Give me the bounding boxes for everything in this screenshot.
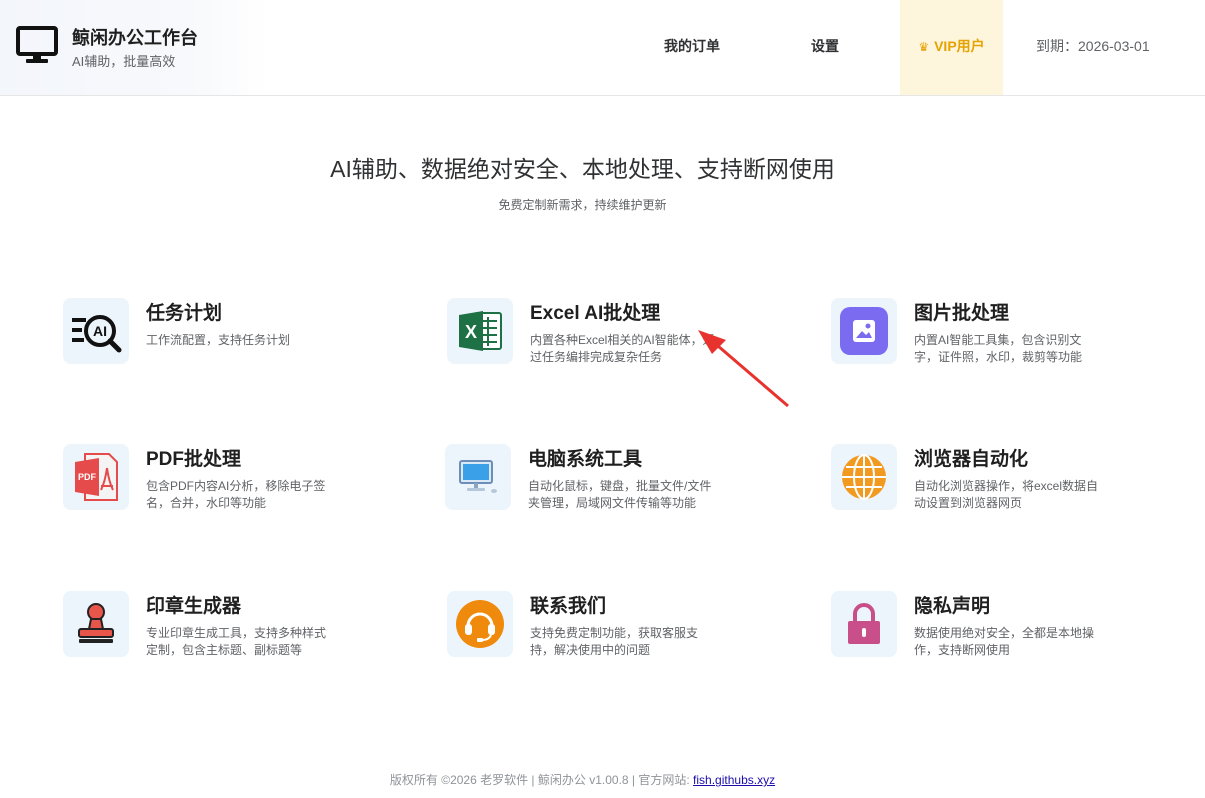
pdf-icon: PDF: [75, 453, 118, 501]
globe-icon: [842, 454, 886, 500]
card-icon-box: [831, 444, 897, 510]
card-desc: 自动化浏览器操作，将excel数据自动设置到浏览器网页: [914, 479, 1099, 510]
card-browser-automation[interactable]: 浏览器自动化 自动化浏览器操作，将excel数据自动设置到浏览器网页: [831, 444, 1161, 524]
card-title: 隐私声明: [914, 596, 991, 617]
hero-subtitle: 免费定制新需求，持续维护更新: [498, 198, 667, 212]
computer-icon: [459, 460, 497, 493]
card-stamp-generator[interactable]: 印章生成器 专业印章生成工具，支持多种样式定制，包含主标题、副标题等: [63, 591, 393, 671]
card-system-tools[interactable]: 电脑系统工具 自动化鼠标，键盘，批量文件/文件夹管理，局域网文件传输等功能: [445, 444, 775, 524]
nav-my-orders[interactable]: 我的订单: [664, 0, 720, 95]
svg-text:PDF: PDF: [78, 472, 97, 482]
card-icon-box: [447, 591, 513, 657]
card-icon-box: [445, 444, 511, 510]
card-desc: 工作流配置，支持任务计划: [146, 333, 291, 347]
app-title: 鲸闲办公工作台: [72, 28, 198, 48]
card-desc: 内置各种Excel相关的AI智能体，通过任务编排完成复杂任务: [530, 333, 715, 364]
card-icon-box: AI: [63, 298, 129, 364]
ai-search-icon: AI: [72, 315, 122, 353]
card-title: 任务计划: [146, 303, 223, 324]
card-privacy[interactable]: 隐私声明 数据使用绝对安全，全都是本地操作，支持断网使用: [831, 591, 1161, 671]
top-header: 鲸闲办公工作台 AI辅助，批量高效 我的订单 设置 ♛ VIP用户 到期：2026…: [0, 0, 1205, 96]
brand-area: 鲸闲办公工作台 AI辅助，批量高效: [0, 0, 270, 95]
card-title: 浏览器自动化: [914, 449, 1029, 470]
card-title: 图片批处理: [914, 303, 1010, 324]
svg-text:X: X: [465, 322, 477, 342]
card-image-batch[interactable]: 图片批处理 内置AI智能工具集，包含识别文字，证件照，水印，裁剪等功能: [831, 298, 1161, 378]
card-desc: 内置AI智能工具集，包含识别文字，证件照，水印，裁剪等功能: [914, 333, 1083, 364]
footer: 版权所有 ©2026 老罗软件 | 鲸闲办公 v1.00.8 | 官方网站: f…: [0, 771, 1165, 788]
card-title: PDF批处理: [146, 449, 242, 470]
headset-icon: [456, 600, 504, 648]
svg-text:AI: AI: [93, 323, 107, 339]
card-desc: 支持免费定制功能，获取客服支持，解决使用中的问题: [530, 626, 699, 657]
card-desc: 包含PDF内容AI分析，移除电子签名，合并，水印等功能: [146, 479, 326, 510]
app-subtitle: AI辅助，批量高效: [72, 54, 176, 69]
card-icon-box: [63, 591, 129, 657]
official-site-link[interactable]: fish.githubs.xyz: [693, 773, 775, 787]
nav-vip-user[interactable]: ♛ VIP用户: [900, 0, 1003, 95]
card-contact-us[interactable]: 联系我们 支持免费定制功能，获取客服支持，解决使用中的问题: [447, 591, 777, 671]
nav-settings[interactable]: 设置: [811, 0, 839, 95]
card-desc: 专业印章生成工具，支持多种样式定制，包含主标题、副标题等: [146, 626, 327, 657]
card-icon-box: PDF: [63, 444, 129, 510]
excel-icon: X: [459, 311, 502, 351]
card-desc: 自动化鼠标，键盘，批量文件/文件夹管理，局域网文件传输等功能: [528, 479, 712, 510]
card-icon-box: [831, 298, 897, 364]
lock-icon: [848, 603, 880, 644]
vip-label: VIP用户: [934, 38, 985, 54]
card-title: 印章生成器: [146, 596, 242, 617]
footer-text: 版权所有 ©2026 老罗软件 | 鲸闲办公 v1.00.8 | 官方网站:: [389, 773, 694, 787]
card-title: 电脑系统工具: [528, 449, 643, 470]
monitor-icon: [16, 26, 58, 63]
card-excel-ai[interactable]: X Excel AI批处理 内置各种Excel相关的AI智能体，通过任务编排完成…: [447, 298, 777, 378]
card-icon-box: [831, 591, 897, 657]
card-title: Excel AI批处理: [530, 303, 661, 324]
hero-title: AI辅助、数据绝对安全、本地处理、支持断网使用: [330, 156, 835, 182]
image-icon: [840, 307, 888, 355]
card-title: 联系我们: [530, 596, 607, 617]
stamp-icon: [78, 603, 114, 643]
crown-icon: ♛: [918, 40, 930, 54]
expiry-date: 到期：2026-03-01: [1036, 38, 1150, 54]
card-icon-box: X: [447, 298, 513, 364]
card-task-plan[interactable]: AI 任务计划 工作流配置，支持任务计划: [63, 298, 393, 378]
card-pdf-batch[interactable]: PDF PDF批处理 包含PDF内容AI分析，移除电子签名，合并，水印等功能: [63, 444, 393, 524]
card-desc: 数据使用绝对安全，全都是本地操作，支持断网使用: [914, 626, 1095, 657]
